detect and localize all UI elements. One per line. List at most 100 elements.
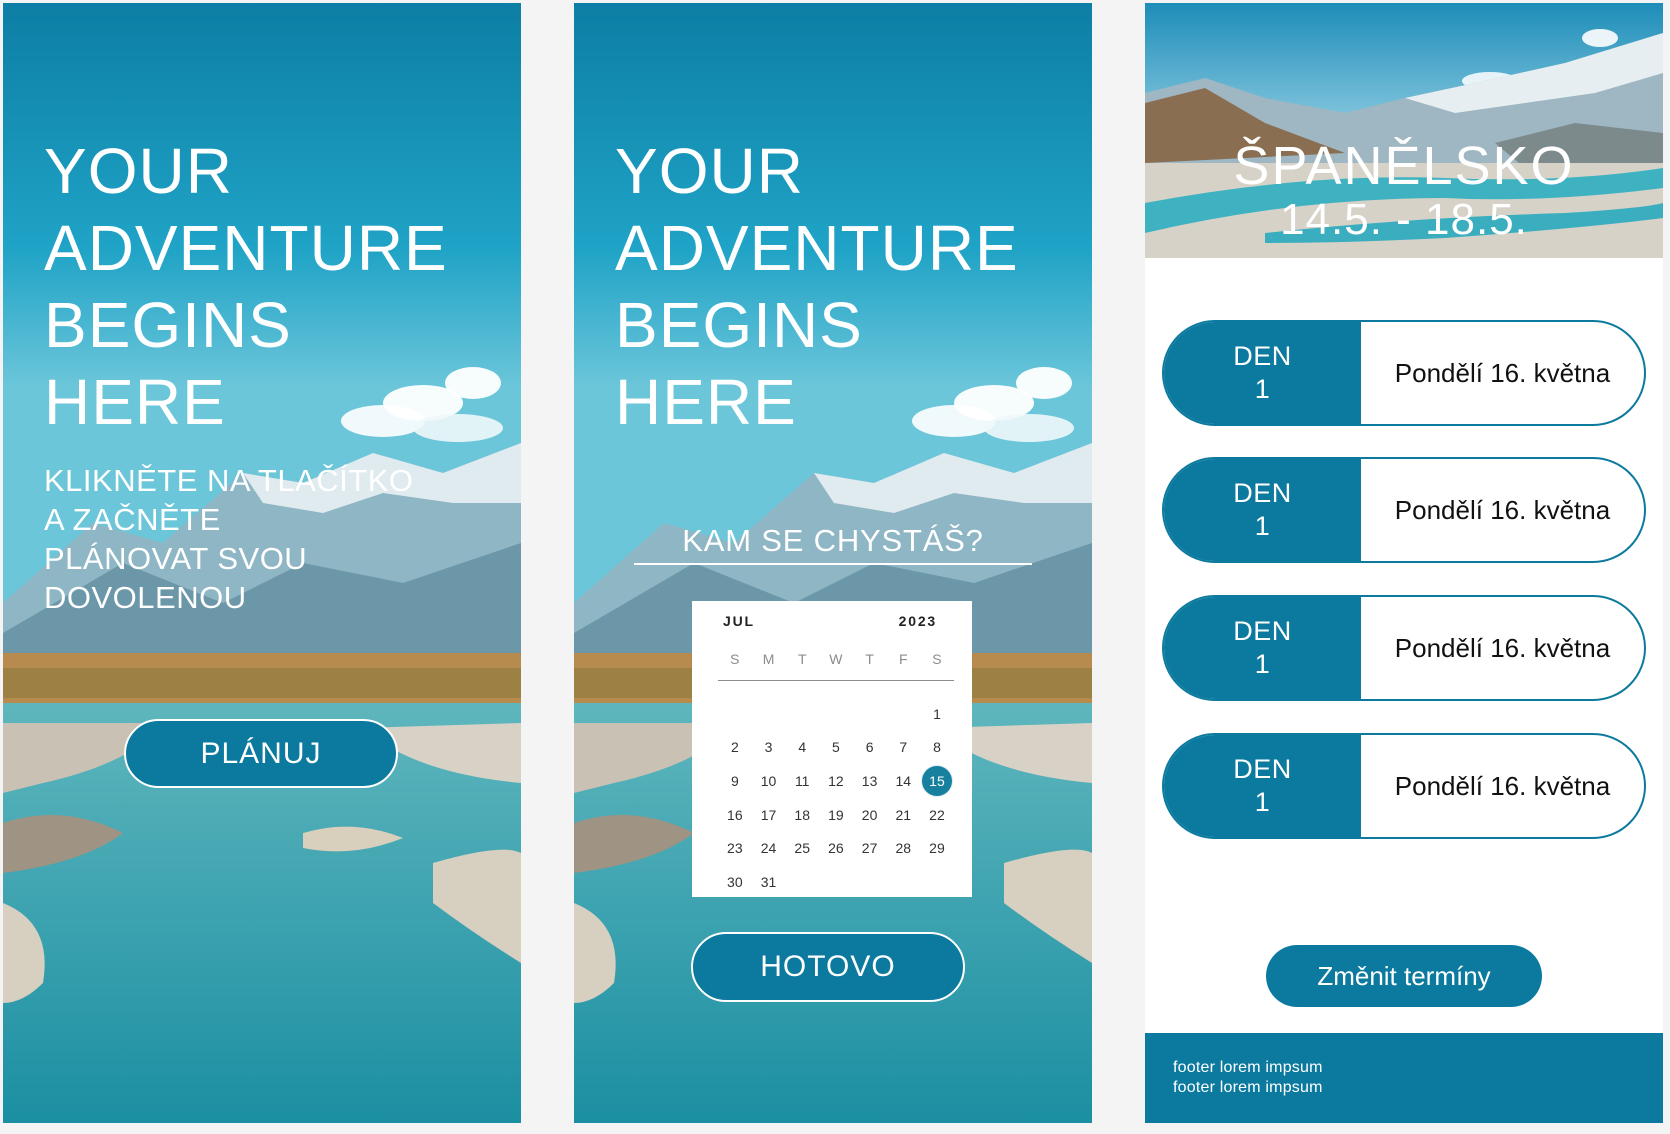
welcome-screen: YOUR ADVENTURE BEGINS HERE KLIKNĚTE NA T…	[3, 3, 521, 1123]
calendar-day-number: 15	[921, 765, 952, 796]
calendar-day-number: 11	[794, 772, 810, 789]
calendar-day-number: 1	[933, 705, 941, 722]
calendar-day[interactable]: 10	[752, 764, 786, 798]
hero-subtitle-line: PLÁNOVAT SVOU	[44, 541, 308, 576]
calendar-day[interactable]: 20	[853, 798, 887, 832]
day-card-label-text: DEN	[1233, 754, 1292, 784]
plan-button[interactable]: PLÁNUJ	[124, 719, 398, 788]
day-card[interactable]: DEN 1 Pondělí 16. května	[1162, 457, 1646, 563]
day-card-label-text: DEN	[1233, 478, 1292, 508]
calendar-weekday-row: S M T W T F S	[718, 644, 954, 678]
trip-itinerary-screen: ŠPANĚLSKO 14.5. - 18.5. DEN 1 Pondělí 16…	[1145, 3, 1663, 1123]
calendar-day-number: 10	[760, 772, 777, 789]
calendar-day[interactable]: 8	[920, 731, 954, 765]
calendar-day[interactable]: 16	[718, 798, 752, 832]
calendar-day-number: 16	[727, 806, 743, 823]
weekday-label: S	[932, 651, 942, 667]
date-selection-screen: YOUR ADVENTURE BEGINS HERE KAM SE CHYSTÁ…	[574, 3, 1092, 1123]
hero-title: YOUR ADVENTURE BEGINS HERE	[615, 133, 1019, 441]
hero-title-line: BEGINS	[615, 289, 863, 361]
calendar-day[interactable]: 3	[752, 731, 786, 765]
calendar-day[interactable]: 23	[718, 831, 752, 865]
calendar-day-selected[interactable]: 15	[920, 764, 954, 798]
calendar-day[interactable]: 27	[853, 831, 887, 865]
calendar-day[interactable]: 18	[785, 798, 819, 832]
hero-title: YOUR ADVENTURE BEGINS HERE	[44, 133, 448, 441]
calendar-day-number: 25	[794, 840, 810, 857]
done-button[interactable]: HOTOVO	[691, 932, 965, 1002]
footer: footer lorem impsum footer lorem impsum	[1145, 1033, 1663, 1123]
calendar-day[interactable]: 21	[886, 798, 920, 832]
hero-title-line: ADVENTURE	[44, 212, 448, 284]
weekday-label: F	[899, 651, 908, 667]
calendar-day[interactable]: 14	[886, 764, 920, 798]
calendar-day-number: 13	[861, 772, 878, 789]
calendar-day-number: 31	[760, 873, 777, 890]
calendar-day-number: 24	[760, 840, 777, 857]
calendar-day[interactable]: 30	[718, 865, 752, 899]
calendar-day[interactable]: 24	[752, 831, 786, 865]
calendar-month[interactable]: JUL	[723, 613, 755, 629]
calendar-day-number: 3	[764, 739, 773, 756]
calendar-day[interactable]: 22	[920, 798, 954, 832]
calendar-header: JUL 2023	[723, 613, 937, 629]
hero-title-line: HERE	[615, 366, 797, 438]
calendar-day[interactable]: 7	[886, 731, 920, 765]
day-card-label: DEN 1	[1164, 735, 1361, 837]
calendar-day[interactable]: 17	[752, 798, 786, 832]
weekday-label: S	[730, 651, 740, 667]
calendar-blank-cell	[785, 697, 819, 731]
calendar-day[interactable]: 6	[853, 731, 887, 765]
calendar-day[interactable]: 29	[920, 831, 954, 865]
calendar-day[interactable]: 11	[785, 764, 819, 798]
day-card-label-text: DEN	[1233, 616, 1292, 646]
day-card-number: 1	[1254, 649, 1271, 679]
calendar-day[interactable]: 28	[886, 831, 920, 865]
day-card-label: DEN 1	[1164, 322, 1361, 424]
day-card-date: Pondělí 16. května	[1394, 770, 1611, 801]
calendar-day-number: 26	[828, 840, 844, 857]
calendar-day[interactable]: 4	[785, 731, 819, 765]
calendar-day-number: 28	[895, 840, 912, 857]
calendar-day-number: 14	[895, 772, 912, 789]
weekday-label: T	[797, 651, 807, 667]
calendar-divider	[718, 680, 954, 681]
day-card-label: DEN 1	[1164, 597, 1361, 699]
change-dates-button[interactable]: Změnit termíny	[1266, 945, 1542, 1007]
day-card-label-text: DEN	[1233, 341, 1292, 371]
calendar-blank-cell	[886, 697, 920, 731]
calendar-day[interactable]: 12	[819, 764, 853, 798]
calendar-day[interactable]: 25	[785, 831, 819, 865]
calendar-blank-cell	[752, 697, 786, 731]
calendar-blank-cell	[853, 697, 887, 731]
footer-text: footer lorem impsum	[1173, 1079, 1323, 1096]
calendar-day[interactable]: 5	[819, 731, 853, 765]
trip-dates: 14.5. - 18.5.	[1280, 195, 1528, 244]
calendar-year[interactable]: 2023	[899, 613, 937, 629]
day-card[interactable]: DEN 1 Pondělí 16. května	[1162, 320, 1646, 426]
trip-destination: ŠPANĚLSKO	[1233, 136, 1575, 196]
hero-subtitle: KLIKNĚTE NA TLAČÍTKO A ZAČNĚTE PLÁNOVAT …	[44, 461, 413, 617]
calendar-day-number: 4	[798, 739, 807, 756]
weekday-label: M	[762, 651, 775, 667]
hero-title-line: HERE	[44, 366, 226, 438]
calendar-day[interactable]: 2	[718, 731, 752, 765]
day-card[interactable]: DEN 1 Pondělí 16. května	[1162, 733, 1646, 839]
calendar-day-number: 12	[828, 772, 844, 789]
hero-subtitle-line: KLIKNĚTE NA TLAČÍTKO	[44, 463, 414, 498]
calendar-day-number: 29	[929, 840, 945, 857]
day-card[interactable]: DEN 1 Pondělí 16. května	[1162, 595, 1646, 701]
calendar-day-number: 20	[861, 806, 878, 823]
hero-title-line: YOUR	[44, 135, 233, 207]
calendar-day[interactable]: 19	[819, 798, 853, 832]
calendar-day-number: 9	[730, 772, 739, 789]
hero-title-line: ADVENTURE	[615, 212, 1019, 284]
destination-input[interactable]: KAM SE CHYSTÁŠ?	[634, 521, 1032, 565]
calendar-day[interactable]: 9	[718, 764, 752, 798]
calendar-day[interactable]: 26	[819, 831, 853, 865]
calendar-day[interactable]: 31	[752, 865, 786, 899]
calendar-blank-cell	[718, 697, 752, 731]
calendar-day[interactable]: 1	[920, 697, 954, 731]
calendar-day[interactable]: 13	[853, 764, 887, 798]
hero-subtitle-line: DOVOLENOU	[44, 580, 247, 615]
